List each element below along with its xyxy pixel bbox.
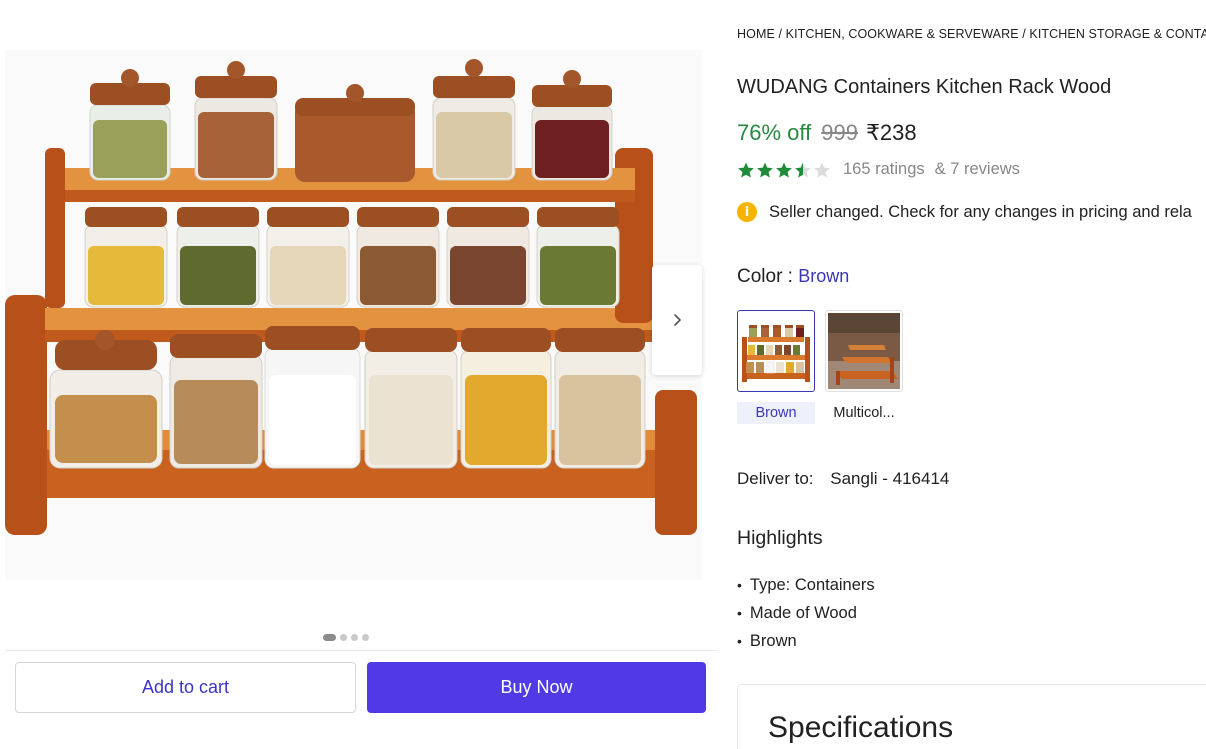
specifications-section: Specifications	[737, 684, 1206, 749]
product-details: HOME / KITCHEN, COOKWARE & SERVEWARE / K…	[737, 0, 1206, 749]
star-full-icon	[738, 162, 754, 177]
highlight-item: Made of Wood	[737, 599, 875, 627]
jars-middle-row	[84, 207, 620, 308]
pager-dot[interactable]	[351, 634, 358, 641]
image-pager-dots	[323, 634, 369, 641]
swatch-multicolor-label: Multicol...	[833, 405, 895, 421]
star-half-icon	[795, 162, 811, 177]
delivery-location[interactable]: Sangli - 416414	[830, 469, 949, 488]
reviews-count: & 7 reviews	[934, 160, 1020, 178]
jars-bottom-row	[49, 326, 646, 469]
breadcrumb-separator: /	[778, 27, 783, 41]
star-empty-icon	[814, 162, 830, 177]
discount-label: 76% off	[737, 120, 812, 145]
breadcrumb-home[interactable]: HOME	[737, 27, 775, 41]
product-gallery: Add to cart Buy Now	[5, 0, 717, 749]
seller-notice-text: Seller changed. Check for any changes in…	[769, 202, 1192, 221]
selling-price: ₹238	[865, 120, 917, 145]
breadcrumb-separator: /	[1022, 27, 1026, 41]
deliver-to-label: Deliver to:	[737, 469, 814, 488]
color-selected-value: Brown	[798, 266, 850, 286]
swatch-multicolor-image	[825, 310, 903, 392]
color-selector-label: Color : Brown	[737, 266, 849, 288]
swatch-brown[interactable]: Brown	[737, 310, 815, 424]
swatch-brown-image	[737, 310, 815, 392]
color-swatches: Brown Multicol...	[737, 310, 903, 424]
ratings-count: 165 ratings	[843, 160, 925, 178]
price-row: 76% off 999 ₹238	[737, 120, 917, 146]
product-main-image[interactable]	[5, 50, 702, 580]
star-full-icon	[776, 162, 792, 177]
breadcrumb-storage[interactable]: KITCHEN STORAGE & CONTAIN	[1029, 27, 1206, 41]
next-image-button[interactable]	[652, 265, 702, 375]
color-label: Color :	[737, 266, 793, 287]
original-price: 999	[821, 120, 858, 145]
pager-dot-active[interactable]	[323, 634, 336, 641]
breadcrumb-kitchen[interactable]: KITCHEN, COOKWARE & SERVEWARE	[786, 27, 1019, 41]
delivery-row[interactable]: Deliver to: Sangli - 416414	[737, 469, 949, 489]
product-title: WUDANG Containers Kitchen Rack Wood	[737, 76, 1112, 98]
seller-notice: i Seller changed. Check for any changes …	[737, 202, 1192, 222]
highlight-item: Brown	[737, 627, 875, 655]
chevron-right-icon	[674, 314, 681, 326]
swatch-brown-label: Brown	[737, 402, 815, 424]
star-full-icon	[757, 162, 773, 177]
breadcrumb: HOME / KITCHEN, COOKWARE & SERVEWARE / K…	[737, 27, 1206, 41]
add-to-cart-button[interactable]: Add to cart	[15, 662, 356, 713]
specifications-title: Specifications	[768, 711, 954, 744]
rating-row[interactable]: 165 ratings & 7 reviews	[737, 160, 1020, 179]
highlights-list: Type: Containers Made of Wood Brown	[737, 571, 875, 655]
action-bar: Add to cart Buy Now	[5, 650, 717, 726]
pager-dot[interactable]	[362, 634, 369, 641]
highlights-title: Highlights	[737, 527, 823, 549]
buy-now-button[interactable]: Buy Now	[367, 662, 706, 713]
pager-dot[interactable]	[340, 634, 347, 641]
highlight-item: Type: Containers	[737, 571, 875, 599]
jars-top-row	[89, 59, 613, 182]
info-icon: i	[737, 202, 757, 222]
star-rating	[737, 161, 831, 179]
swatch-multicolor[interactable]: Multicol...	[825, 310, 903, 424]
